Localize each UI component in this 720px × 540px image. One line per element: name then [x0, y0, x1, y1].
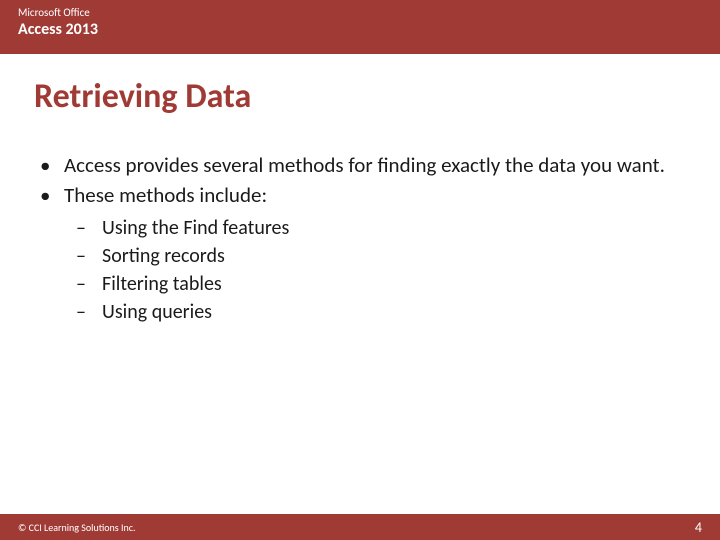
header-brand: Microsoft Office	[18, 6, 702, 19]
header-product: Access 2013	[18, 20, 702, 39]
bullet-marker: •	[34, 181, 64, 209]
sub-text: Using the Find features	[102, 214, 289, 242]
bullet-item: • Access provides several methods for fi…	[34, 151, 686, 179]
footer-copyright: © CCI Learning Solutions Inc.	[18, 521, 136, 534]
bullet-item: • These methods include:	[34, 181, 686, 209]
sub-text: Filtering tables	[102, 270, 222, 298]
sub-marker: –	[72, 298, 102, 326]
sub-text: Sorting records	[102, 242, 225, 270]
sub-marker: –	[72, 214, 102, 242]
bullet-list: • Access provides several methods for fi…	[34, 151, 686, 210]
bullet-text: Access provides several methods for find…	[64, 151, 686, 179]
sub-item: – Filtering tables	[72, 270, 686, 298]
bullet-marker: •	[34, 151, 64, 179]
sub-text: Using queries	[102, 298, 212, 326]
footer-page-number: 4	[695, 519, 702, 536]
sub-marker: –	[72, 242, 102, 270]
sub-list: – Using the Find features – Sorting reco…	[34, 214, 686, 326]
sub-item: – Using the Find features	[72, 214, 686, 242]
sub-item: – Using queries	[72, 298, 686, 326]
footer-band: © CCI Learning Solutions Inc. 4	[0, 514, 720, 540]
sub-item: – Sorting records	[72, 242, 686, 270]
sub-marker: –	[72, 270, 102, 298]
bullet-text: These methods include:	[64, 181, 686, 209]
slide-title: Retrieving Data	[0, 54, 720, 117]
content-area: • Access provides several methods for fi…	[0, 117, 720, 326]
header-band: Microsoft Office Access 2013	[0, 0, 720, 54]
